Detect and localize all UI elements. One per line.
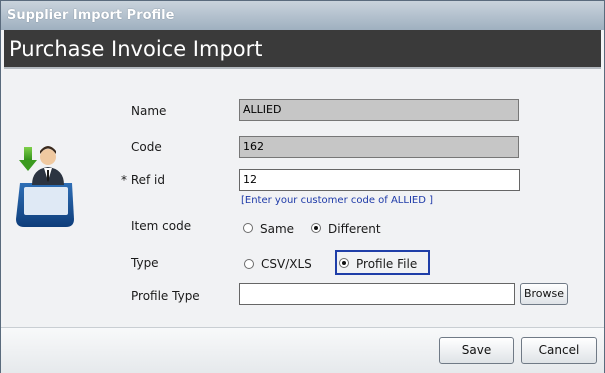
import-tray-person-icon xyxy=(14,141,78,233)
refid-label: * Ref id xyxy=(121,173,165,187)
window-title: Supplier Import Profile xyxy=(7,8,175,23)
type-profilefile-radio[interactable] xyxy=(339,258,349,268)
browse-button[interactable]: Browse xyxy=(520,283,568,305)
refid-input[interactable]: 12 xyxy=(239,169,520,191)
itemcode-same-radio[interactable] xyxy=(243,223,253,233)
name-field: ALLIED xyxy=(239,99,519,121)
code-field: 162 xyxy=(239,136,519,158)
itemcode-label: Item code xyxy=(131,219,192,233)
dialog-window: Supplier Import Profile Purchase Invoice… xyxy=(0,0,605,373)
code-label: Code xyxy=(131,140,162,154)
profiletype-label: Profile Type xyxy=(131,289,200,303)
profiletype-input[interactable] xyxy=(239,283,515,305)
itemcode-different-label[interactable]: Different xyxy=(328,222,381,236)
itemcode-same-label[interactable]: Same xyxy=(260,222,294,236)
itemcode-different-radio[interactable] xyxy=(311,223,321,233)
cancel-button[interactable]: Cancel xyxy=(521,337,597,364)
window-titlebar[interactable]: Supplier Import Profile xyxy=(1,1,604,30)
type-csv-label[interactable]: CSV/XLS xyxy=(261,257,312,271)
refid-hint: [Enter your customer code of ALLIED ] xyxy=(241,195,433,206)
name-label: Name xyxy=(131,104,167,118)
type-csv-radio[interactable] xyxy=(244,259,254,269)
save-button[interactable]: Save xyxy=(439,337,514,364)
type-profilefile-label[interactable]: Profile File xyxy=(356,257,417,271)
page-title: Purchase Invoice Import xyxy=(9,37,263,61)
dialog-header: Purchase Invoice Import xyxy=(4,30,601,67)
type-label: Type xyxy=(131,256,159,270)
